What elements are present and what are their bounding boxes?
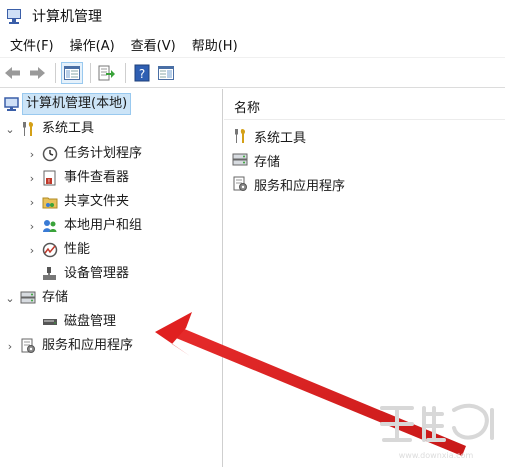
tree-item-event-viewer[interactable]: › ! 事件查看器: [26, 167, 129, 189]
menu-action[interactable]: 操作(A): [64, 35, 121, 54]
tree-item-device-manager[interactable]: 设备管理器: [42, 263, 129, 285]
performance-icon: [42, 242, 58, 258]
tree-item-label: 本地用户和组: [64, 218, 143, 233]
tree-item-label: 服务和应用程序: [42, 338, 134, 353]
title-bar: 计算机管理: [0, 0, 505, 32]
event-viewer-icon: !: [42, 170, 58, 186]
services-icon: [20, 338, 36, 354]
export-list-button[interactable]: [96, 62, 118, 84]
toolbar: ?: [0, 58, 505, 88]
services-icon: [232, 176, 248, 192]
tree-item-label: 任务计划程序: [64, 146, 143, 161]
tree-item-local-users-groups[interactable]: › 本地用户和组: [26, 215, 142, 237]
forward-icon: [30, 66, 45, 79]
tree-item-label: 存储: [42, 290, 69, 305]
computer-management-icon: [4, 96, 20, 112]
back-button[interactable]: [2, 62, 24, 84]
shared-folder-icon: [42, 194, 58, 210]
list-item-label: 系统工具: [254, 130, 307, 146]
properties-button[interactable]: [155, 62, 177, 84]
column-header-name[interactable]: 名称: [234, 97, 260, 116]
window-title: 计算机管理: [32, 9, 102, 25]
toolbar-separator: [125, 62, 126, 83]
menu-bar: 文件(F) 操作(A) 查看(V) 帮助(H): [0, 32, 505, 58]
back-icon: [5, 66, 20, 79]
chevron-right-icon[interactable]: ›: [26, 172, 38, 185]
computer-management-icon: [6, 8, 24, 24]
svg-text:?: ?: [139, 67, 145, 81]
tree-item-disk-management[interactable]: 磁盘管理: [42, 311, 116, 333]
help-icon: ?: [134, 64, 150, 81]
forward-button[interactable]: [26, 62, 48, 84]
disk-management-icon: [42, 314, 58, 330]
tree-item-computer-management[interactable]: 计算机管理(本地): [4, 93, 132, 115]
list-item-label: 服务和应用程序: [254, 178, 346, 194]
toolbar-separator: [55, 62, 56, 83]
tree-item-storage[interactable]: ⌄ 存储: [4, 287, 68, 309]
clock-icon: [42, 146, 58, 162]
system-tools-icon: [20, 121, 36, 137]
chevron-right-icon[interactable]: ›: [26, 220, 38, 233]
tree-item-system-tools[interactable]: ⌄ 系统工具: [4, 118, 94, 140]
show-hide-tree-icon: [64, 65, 80, 80]
list-item[interactable]: 系统工具: [232, 125, 306, 147]
export-list-icon: [98, 65, 115, 80]
list-item[interactable]: 存储: [232, 149, 280, 171]
console-tree: 计算机管理(本地) ⌄ 系统工具 › 任务计划程序 › ! 事件查看器 › 共享…: [0, 89, 223, 467]
tree-item-label: 设备管理器: [64, 266, 130, 281]
tree-item-performance[interactable]: › 性能: [26, 239, 90, 261]
tree-item-task-scheduler[interactable]: › 任务计划程序: [26, 143, 142, 165]
users-icon: [42, 218, 58, 234]
properties-icon: [158, 65, 174, 80]
tree-item-label: 性能: [64, 242, 91, 257]
menu-help[interactable]: 帮助(H): [186, 35, 244, 54]
storage-icon: [20, 290, 36, 306]
device-manager-icon: [42, 266, 58, 282]
toolbar-separator: [90, 62, 91, 83]
tree-item-shared-folders[interactable]: › 共享文件夹: [26, 191, 129, 213]
chevron-right-icon[interactable]: ›: [26, 148, 38, 161]
tree-item-label: 计算机管理(本地): [22, 93, 132, 115]
storage-icon: [232, 152, 248, 168]
tree-item-label: 共享文件夹: [64, 194, 130, 209]
watermark-logo: www.downxia.com: [380, 403, 494, 460]
help-button[interactable]: ?: [131, 62, 153, 84]
tree-item-label: 磁盘管理: [64, 314, 117, 329]
svg-text:www.downxia.com: www.downxia.com: [399, 451, 474, 460]
chevron-right-icon[interactable]: ›: [4, 340, 16, 353]
chevron-down-icon[interactable]: ⌄: [4, 292, 16, 305]
chevron-down-icon[interactable]: ⌄: [4, 123, 16, 136]
tree-item-label: 事件查看器: [64, 170, 130, 185]
tree-item-services-applications[interactable]: › 服务和应用程序: [4, 335, 133, 357]
column-divider: [224, 119, 505, 120]
menu-file[interactable]: 文件(F): [4, 35, 60, 54]
chevron-right-icon[interactable]: ›: [26, 196, 38, 209]
svg-text:!: !: [48, 179, 50, 186]
list-item[interactable]: 服务和应用程序: [232, 173, 345, 195]
list-item-label: 存储: [254, 154, 281, 170]
chevron-right-icon[interactable]: ›: [26, 244, 38, 257]
tree-item-label: 系统工具: [42, 121, 95, 136]
system-tools-icon: [232, 128, 248, 144]
show-hide-tree-button[interactable]: [61, 61, 83, 84]
menu-view[interactable]: 查看(V): [125, 35, 182, 54]
